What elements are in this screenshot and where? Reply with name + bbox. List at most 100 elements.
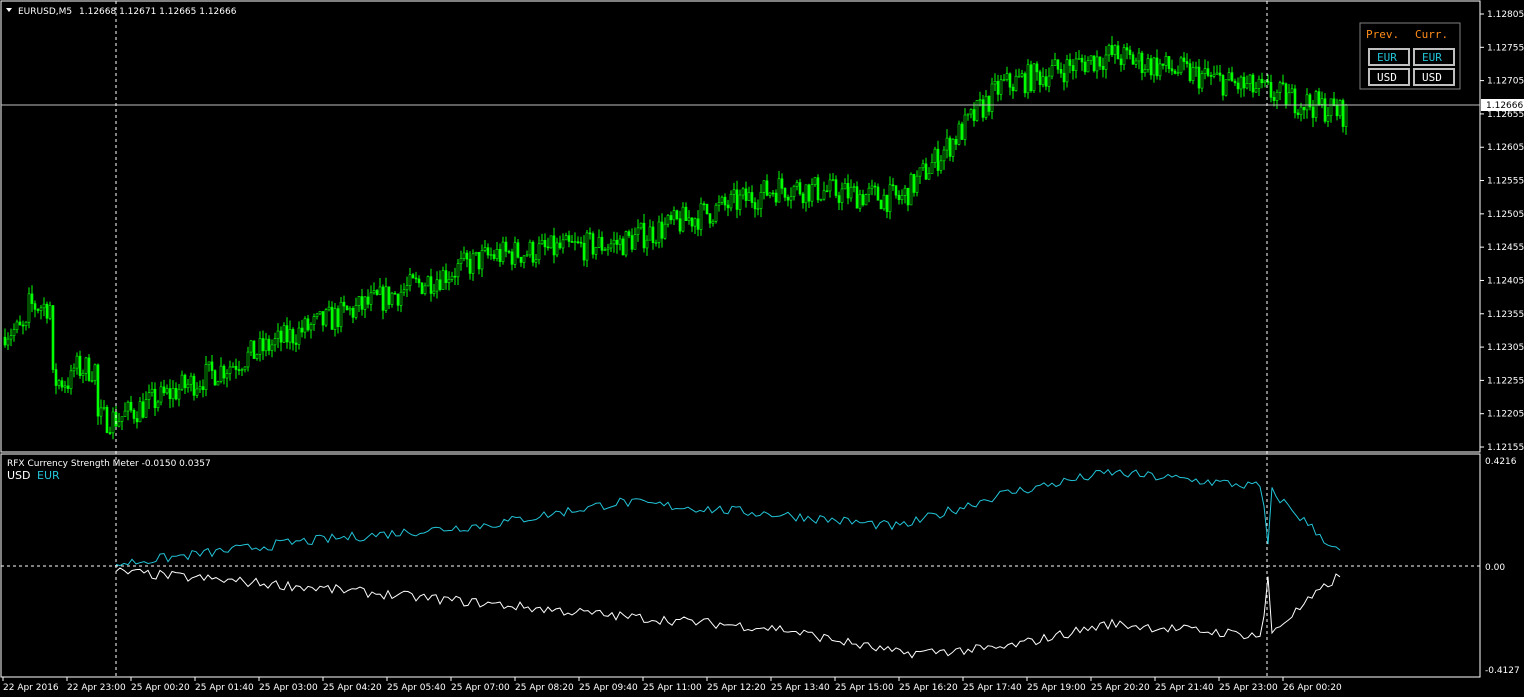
strength-button-curr-bottom[interactable]: USD	[1413, 68, 1455, 86]
candle-body	[873, 185, 877, 188]
candle-body	[1077, 57, 1081, 60]
mt4-chart-window[interactable]: EURUSD,M5 1.12668 1.12671 1.12665 1.1266…	[0, 0, 1524, 697]
candle-body	[1125, 47, 1129, 51]
candle-body	[276, 330, 280, 339]
candle-body	[1311, 106, 1315, 118]
candle-body	[513, 242, 517, 265]
price-tick-label: 1.12555	[1487, 177, 1524, 187]
candle-body	[216, 381, 220, 386]
time-tick-label: 25 Apr 00:20	[131, 683, 190, 693]
candle-body	[1029, 64, 1033, 92]
candle-body	[933, 148, 937, 163]
candle-body	[525, 254, 529, 257]
strength-button-curr-top[interactable]: EUR	[1413, 48, 1455, 66]
candle-body	[723, 196, 727, 206]
candle-body	[51, 305, 55, 370]
candle-body	[84, 357, 88, 374]
candle-body	[408, 274, 412, 286]
candle-body	[405, 285, 409, 291]
candle	[705, 203, 709, 215]
candle-body	[819, 198, 823, 201]
candle-body	[1152, 57, 1156, 76]
candle-body	[1263, 80, 1267, 84]
candle-body	[1188, 63, 1192, 81]
candle-body	[252, 340, 256, 359]
candle-body	[297, 327, 301, 345]
time-tick-label: 22 Apr 23:00	[67, 683, 126, 693]
candle	[528, 239, 532, 258]
candle-body	[537, 243, 541, 261]
candle-body	[1209, 75, 1213, 77]
candle-body	[129, 401, 133, 411]
candle-body	[195, 388, 199, 396]
candle-body	[441, 270, 445, 290]
candle-body	[630, 235, 634, 250]
candle-body	[885, 194, 889, 212]
candle	[1092, 55, 1096, 73]
candle-body	[591, 233, 595, 255]
candle-body	[1014, 75, 1018, 92]
candle-body	[390, 292, 394, 305]
candle-body	[900, 195, 904, 200]
candle-body	[219, 365, 223, 382]
candle-body	[381, 286, 385, 311]
candle-body	[834, 179, 838, 196]
candle-body	[1170, 68, 1174, 72]
legend-usd: USD	[7, 469, 31, 482]
candle-body	[771, 192, 775, 195]
candle-body	[684, 206, 688, 222]
candle-body	[579, 241, 583, 244]
candle	[957, 120, 961, 146]
candle-body	[1236, 82, 1240, 90]
candle-body	[315, 313, 319, 317]
candle-body	[393, 292, 397, 295]
candle-body	[1080, 57, 1084, 63]
candle-body	[345, 305, 349, 311]
candle-body	[999, 79, 1003, 95]
candle-body	[1173, 70, 1177, 74]
time-tick-label: 25 Apr 13:40	[771, 683, 830, 693]
candle-body	[852, 186, 856, 188]
strength-button-prev-top[interactable]: EUR	[1368, 48, 1410, 66]
candle-body	[615, 239, 619, 245]
strength-button-prev-bottom[interactable]: USD	[1368, 68, 1410, 86]
candle-body	[1017, 75, 1021, 78]
candle-body	[642, 222, 646, 249]
candle-body	[1023, 73, 1027, 94]
candle-body	[1257, 78, 1261, 89]
candle-body	[765, 180, 769, 196]
candle-body	[669, 215, 673, 221]
candle-body	[1026, 64, 1030, 94]
candle-body	[72, 367, 76, 372]
candle-body	[1110, 45, 1114, 55]
price-tick-label: 1.12605	[1487, 143, 1524, 153]
candle-body	[204, 364, 208, 390]
candle-body	[786, 196, 790, 201]
candle-body	[21, 324, 25, 327]
candle-body	[1128, 49, 1132, 56]
candle-body	[609, 243, 613, 249]
candle-body	[339, 301, 343, 328]
candle-body	[942, 149, 946, 162]
candle-body	[1104, 54, 1108, 70]
candle-body	[672, 210, 676, 221]
candle-body	[342, 301, 346, 307]
candle	[51, 305, 55, 373]
candle-body	[1329, 98, 1333, 117]
candle-body	[510, 251, 514, 265]
price-tick-label: 1.12305	[1487, 343, 1524, 353]
candle-body	[915, 175, 919, 193]
candle-body	[234, 365, 238, 370]
candle-body	[1326, 115, 1330, 122]
candle-body	[414, 277, 418, 280]
candle-body	[1287, 92, 1291, 106]
candle-body	[1005, 73, 1009, 80]
candle-body	[780, 178, 784, 189]
candle-body	[636, 227, 640, 235]
legend-eur: EUR	[37, 469, 60, 482]
candle-body	[417, 278, 421, 284]
candle-body	[177, 388, 181, 400]
candle-body	[1134, 60, 1138, 65]
candle-body	[1107, 45, 1111, 56]
candle-body	[1293, 88, 1297, 114]
